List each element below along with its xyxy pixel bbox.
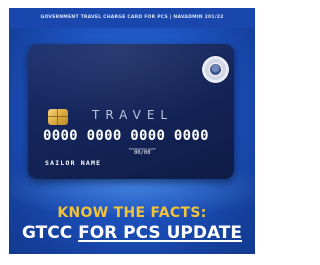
header-caption: GOVERNMENT TRAVEL CHARGE CARD FOR PCS | … — [9, 8, 255, 28]
know-the-facts-headline: KNOW THE FACTS: — [57, 205, 207, 221]
graphic-panel: GOVERNMENT TRAVEL CHARGE CARD FOR PCS | … — [9, 8, 255, 254]
for-pcs-update-link: FOR PCS UPDATE — [78, 223, 243, 243]
dod-seal-icon — [202, 56, 229, 83]
chip-icon — [48, 109, 68, 125]
card-number: 0000 0000 0000 0000 — [43, 128, 209, 144]
cardholder-name: SAILOR NAME — [45, 159, 102, 167]
gtcc-prefix: GTCC — [21, 223, 79, 243]
seal-center — [210, 64, 221, 75]
expiry-date: 00/00 — [134, 150, 151, 156]
travel-card: TRAVEL 0000 0000 0000 0000 EXPIRATION DA… — [28, 44, 234, 179]
card-product-label: TRAVEL — [92, 108, 174, 122]
gtcc-update-title: GTCC FOR PCS UPDATE — [9, 223, 255, 243]
